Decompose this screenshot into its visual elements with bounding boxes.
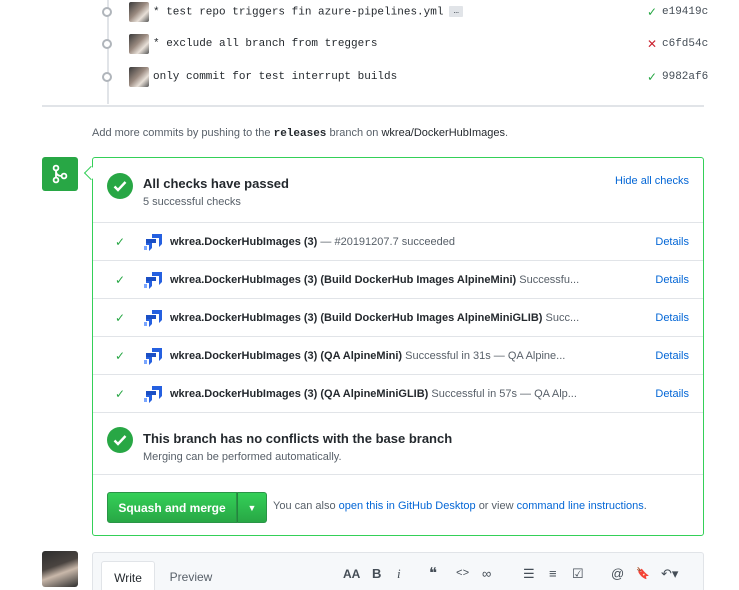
check-name: wkrea.DockerHubImages (3) (QA AlpineMini… (170, 349, 566, 362)
check-details-link[interactable]: Details (655, 236, 689, 248)
timeline-divider (42, 105, 704, 107)
bullet-list-icon[interactable]: ☰ (523, 567, 535, 581)
commit-row: only commit for test interrupt builds ✓ … (100, 66, 708, 88)
commit-sha[interactable]: 9982af6 (662, 71, 708, 83)
code-icon[interactable]: <> (456, 567, 469, 581)
italic-icon[interactable]: i (397, 567, 401, 581)
check-name: wkrea.DockerHubImages (3) (QA AlpineMini… (170, 387, 577, 400)
check-description: — #20191207.7 succeeded (320, 235, 455, 248)
commit-dot-icon (102, 39, 112, 49)
merge-box: All checks have passed 5 successful chec… (83, 157, 704, 536)
commit-dot-icon (102, 7, 112, 17)
conflicts-section: This branch has no conflicts with the ba… (93, 412, 703, 474)
status-x-icon[interactable]: ✕ (647, 38, 657, 50)
commit-author-avatar[interactable] (129, 2, 149, 22)
commit-row: * exclude all branch from treggers ✕ c6f… (100, 33, 708, 55)
check-name: wkrea.DockerHubImages (3) — #20191207.7 … (170, 235, 455, 248)
commit-sha[interactable]: c6fd54c (662, 38, 708, 50)
check-description: Successful in 57s — QA Alp... (431, 387, 577, 400)
commit-author-avatar[interactable] (129, 34, 149, 54)
conflicts-title: This branch has no conflicts with the ba… (143, 431, 453, 446)
check-details-link[interactable]: Details (655, 388, 689, 400)
azure-pipelines-icon (144, 386, 162, 403)
conflicts-subtitle: Merging can be performed automatically. (143, 451, 342, 463)
commit-message[interactable]: only commit for test interrupt builds (153, 71, 397, 83)
check-name: wkrea.DockerHubImages (3) (Build DockerH… (170, 311, 580, 324)
commit-sha[interactable]: e19419c (662, 6, 708, 18)
bold-icon[interactable]: B (372, 567, 381, 581)
check-success-icon: ✓ (115, 310, 126, 325)
check-details-link[interactable]: Details (655, 350, 689, 362)
check-row: ✓ wkrea.DockerHubImages (3) — #20191207.… (93, 222, 703, 260)
check-name: wkrea.DockerHubImages (3) (Build DockerH… (170, 273, 580, 286)
status-check-icon[interactable]: ✓ (647, 71, 657, 83)
check-row: ✓ wkrea.DockerHubImages (3) (QA AlpineMi… (93, 336, 703, 374)
check-description: Successful in 31s — QA Alpine... (405, 349, 566, 362)
check-description: Successfu... (519, 273, 580, 286)
merge-method-dropdown-icon[interactable]: ▼ (237, 492, 267, 523)
merge-divider (93, 474, 703, 475)
numbered-list-icon[interactable]: ≡ (549, 567, 557, 581)
azure-pipelines-icon (144, 234, 162, 251)
commit-author-avatar[interactable] (129, 67, 149, 87)
check-row: ✓ wkrea.DockerHubImages (3) (Build Docke… (93, 260, 703, 298)
tab-preview[interactable]: Preview (163, 561, 219, 590)
saved-reply-icon[interactable]: 🔖 (636, 567, 650, 581)
command-line-instructions-link[interactable]: command line instructions (517, 500, 644, 512)
azure-pipelines-icon (144, 348, 162, 365)
merge-button-group: Squash and merge ▼ (107, 492, 267, 523)
add-more-commits-note: Add more commits by pushing to the relea… (92, 127, 509, 140)
azure-pipelines-icon (144, 310, 162, 327)
check-success-icon: ✓ (115, 234, 126, 249)
check-success-icon: ✓ (115, 272, 126, 287)
comment-editor: Write Preview AA B i ❝ <> ∞ ☰ ≡ ☑ @ 🔖 ↶▾ (92, 552, 704, 590)
check-row: ✓ wkrea.DockerHubImages (3) (Build Docke… (93, 298, 703, 336)
checks-subtitle: 5 successful checks (143, 196, 241, 208)
hide-all-checks-link[interactable]: Hide all checks (615, 175, 689, 187)
avatar[interactable] (42, 551, 78, 587)
checks-passed-icon (107, 173, 133, 199)
check-success-icon: ✓ (115, 386, 126, 401)
status-check-icon[interactable]: ✓ (647, 6, 657, 18)
heading-icon[interactable]: AA (343, 567, 360, 581)
squash-and-merge-button[interactable]: Squash and merge (107, 492, 237, 523)
commit-dot-icon (102, 72, 112, 82)
azure-pipelines-icon (144, 272, 162, 289)
repo-name: wkrea/DockerHubImages (381, 127, 505, 139)
check-details-link[interactable]: Details (655, 312, 689, 324)
commit-message[interactable]: * test repo triggers fin azure-pipelines… (153, 5, 463, 18)
check-row: ✓ wkrea.DockerHubImages (3) (QA AlpineMi… (93, 374, 703, 412)
reply-icon[interactable]: ↶▾ (661, 567, 678, 581)
commit-message[interactable]: * exclude all branch from treggers (153, 38, 377, 50)
tab-write[interactable]: Write (101, 561, 155, 590)
expand-ellipsis-button[interactable]: … (449, 5, 463, 17)
git-merge-icon (42, 157, 78, 191)
merge-alternatives-note: You can also open this in GitHub Desktop… (273, 500, 647, 512)
quote-icon[interactable]: ❝ (429, 566, 437, 581)
open-in-desktop-link[interactable]: open this in GitHub Desktop (339, 500, 476, 512)
checks-title: All checks have passed (143, 176, 289, 191)
no-conflicts-check-icon (107, 427, 133, 453)
merge-box-pointer (83, 165, 99, 181)
link-icon[interactable]: ∞ (482, 567, 491, 581)
task-list-icon[interactable]: ☑ (572, 567, 584, 581)
check-details-link[interactable]: Details (655, 274, 689, 286)
check-description: Succ... (545, 311, 580, 324)
branch-name: releases (273, 128, 327, 140)
check-success-icon: ✓ (115, 348, 126, 363)
mention-icon[interactable]: @ (611, 567, 624, 581)
commit-row: * test repo triggers fin azure-pipelines… (100, 1, 708, 23)
